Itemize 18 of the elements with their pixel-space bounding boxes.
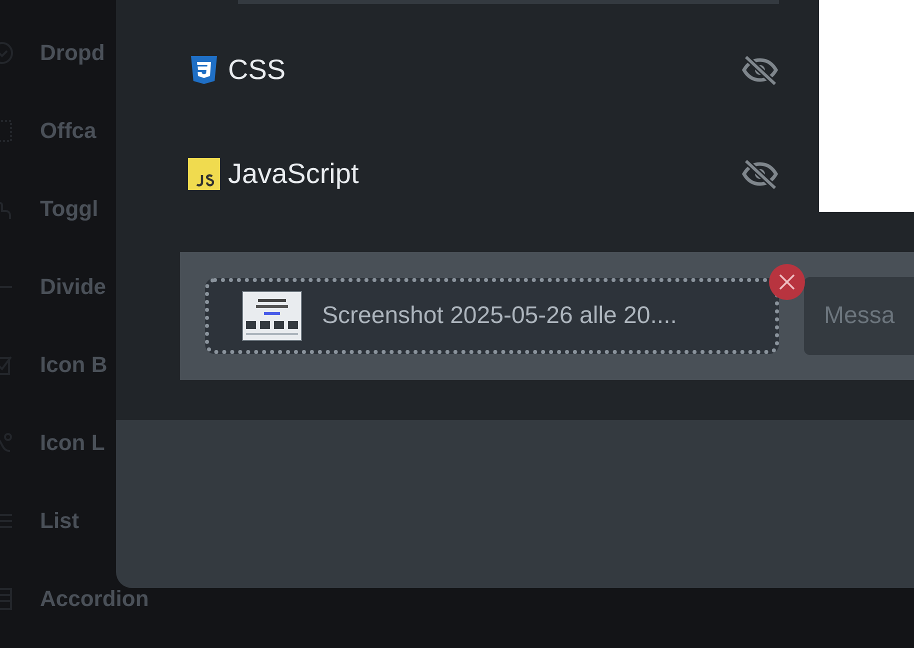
sidebar-item[interactable]: List [40,508,80,534]
remove-button[interactable] [769,264,805,300]
css-shield-icon [188,54,220,86]
close-icon [778,273,796,291]
sidebar-item[interactable]: Dropd [40,40,105,66]
sidebar-item[interactable]: Icon B [40,352,108,378]
sidebar-item[interactable]: Offca [40,118,96,144]
sidebar-item[interactable]: Accordion [40,586,149,612]
sidebar-item[interactable]: Icon L [40,430,105,456]
language-label: JavaScript [228,158,359,190]
language-label: CSS [228,54,286,86]
attachment-filename: Screenshot 2025-05-26 alle 20.... [322,302,677,330]
message-field[interactable]: Messa [804,277,914,355]
eye-slash-icon[interactable] [741,158,779,190]
sidebar-item[interactable]: Divide [40,274,106,300]
eye-slash-icon[interactable] [741,54,779,86]
js-square-icon [188,158,220,190]
sidebar-item[interactable]: Toggl [40,196,98,222]
